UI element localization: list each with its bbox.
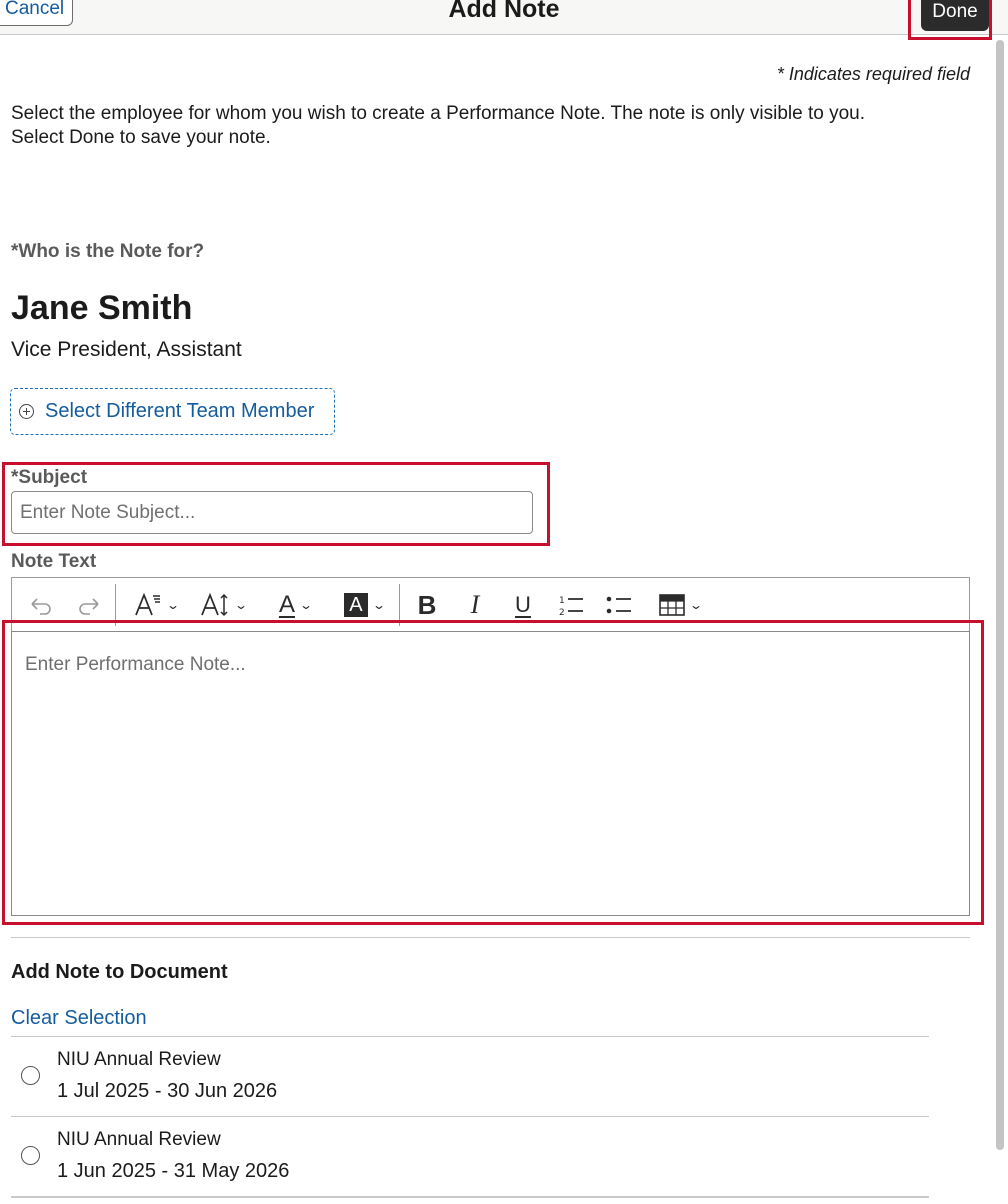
list-item[interactable]: NIU Annual Review 1 Jul 2025 - 30 Jun 20…: [11, 1036, 929, 1116]
scrollbar-thumb[interactable]: [996, 40, 1004, 1150]
table-icon[interactable]: ⌄: [653, 590, 707, 620]
bullet-list-icon[interactable]: [605, 590, 633, 620]
done-button-highlight: Done: [908, 0, 992, 40]
font-color-glyph: A: [278, 591, 295, 618]
font-color-icon[interactable]: A ⌄: [268, 590, 322, 620]
document-list: NIU Annual Review 1 Jul 2025 - 30 Jun 20…: [11, 1036, 929, 1198]
required-field-note: * Indicates required field: [776, 64, 970, 84]
document-dates: 1 Jul 2025 - 30 Jun 2026: [57, 1080, 278, 1102]
underline-icon[interactable]: U: [509, 590, 537, 620]
svg-text:1: 1: [559, 596, 565, 606]
add-note-to-document-heading: Add Note to Document: [11, 961, 228, 983]
document-radio[interactable]: [21, 1146, 40, 1165]
plus-circle-icon: [19, 404, 34, 419]
chevron-down-icon: ⌄: [233, 598, 249, 612]
select-different-team-member-button[interactable]: Select Different Team Member: [10, 388, 335, 435]
highlight-glyph: A: [343, 593, 368, 617]
note-text-editor[interactable]: Enter Performance Note...: [11, 631, 970, 916]
instructions: Select the employee for whom you wish to…: [11, 102, 971, 150]
select-member-label: Select Different Team Member: [45, 400, 315, 422]
ordered-list-icon[interactable]: 12: [557, 590, 585, 620]
subject-label: *Subject: [11, 467, 88, 488]
instructions-line-2: Select Done to save your note.: [11, 127, 271, 148]
undo-icon[interactable]: [26, 590, 56, 620]
italic-icon[interactable]: I: [461, 590, 489, 620]
chevron-down-icon: ⌄: [688, 598, 704, 612]
instructions-line-1: Select the employee for whom you wish to…: [11, 103, 866, 124]
document-title: NIU Annual Review: [57, 1049, 221, 1070]
bold-icon[interactable]: B: [413, 590, 441, 620]
svg-text:2: 2: [559, 608, 565, 617]
who-label: *Who is the Note for?: [11, 241, 205, 262]
person-name: Jane Smith: [11, 289, 193, 327]
page-title: Add Note: [448, 0, 560, 23]
scrollbar[interactable]: [994, 40, 1006, 1204]
document-title: NIU Annual Review: [57, 1129, 221, 1150]
chevron-down-icon: ⌄: [371, 598, 387, 612]
redo-icon[interactable]: [74, 590, 104, 620]
document-dates: 1 Jun 2025 - 31 May 2026: [57, 1160, 290, 1182]
chevron-down-icon: ⌄: [298, 598, 314, 612]
highlight-color-icon[interactable]: A ⌄: [337, 590, 391, 620]
cancel-button[interactable]: Cancel: [0, 0, 74, 26]
note-text-label: Note Text: [11, 551, 97, 572]
subject-input[interactable]: [11, 491, 533, 534]
list-item[interactable]: NIU Annual Review 1 Jun 2025 - 31 May 20…: [11, 1116, 929, 1198]
section-divider: [11, 937, 970, 938]
font-family-icon[interactable]: ⌄: [129, 590, 183, 620]
editor-placeholder: Enter Performance Note...: [25, 654, 246, 675]
done-button[interactable]: Done: [921, 0, 989, 31]
clear-selection-link[interactable]: Clear Selection: [11, 1007, 147, 1030]
person-job-title: Vice President, Assistant: [11, 338, 242, 361]
chevron-down-icon: ⌄: [165, 598, 181, 612]
document-radio[interactable]: [21, 1066, 40, 1085]
page-header: Add Note Cancel Done: [0, 0, 1008, 40]
font-size-icon[interactable]: ⌄: [196, 590, 250, 620]
